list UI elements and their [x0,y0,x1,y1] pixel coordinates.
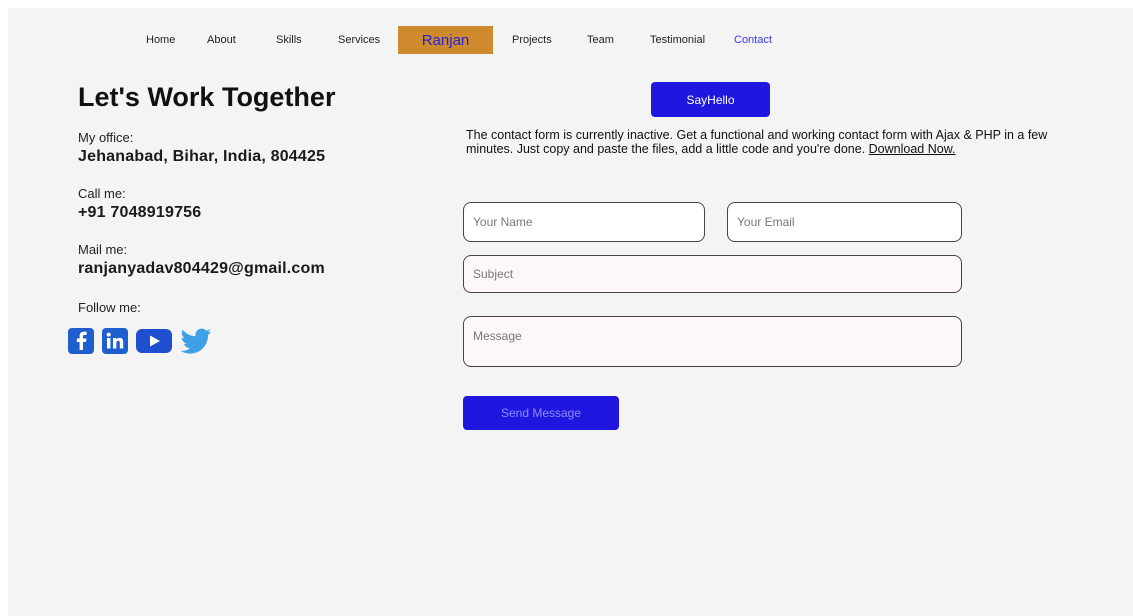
subject-input[interactable] [463,255,962,293]
mail-value: ranjanyadav804429@gmail.com [78,260,325,277]
facebook-icon[interactable] [68,328,94,359]
nav-projects[interactable]: Projects [512,34,552,46]
nav-contact[interactable]: Contact [734,34,772,46]
mail-label: Mail me: [78,242,128,257]
nav-home[interactable]: Home [146,34,175,46]
linkedin-icon[interactable] [102,328,128,359]
social-links [68,328,212,359]
email-input[interactable] [727,202,962,242]
top-navigation: Home About Skills Services Ranjan Projec… [8,8,1133,68]
twitter-icon[interactable] [180,328,212,359]
send-message-button[interactable]: Send Message [463,396,619,430]
contact-heading: Let's Work Together [78,82,336,112]
brand-logo[interactable]: Ranjan [398,26,493,54]
say-hello-button[interactable]: SayHello [651,82,770,117]
call-label: Call me: [78,186,126,201]
nav-testimonial[interactable]: Testimonial [650,34,705,46]
follow-label: Follow me: [78,300,141,315]
office-value: Jehanabad, Bihar, India, 804425 [78,148,326,165]
form-description: The contact form is currently inactive. … [466,128,1086,156]
nav-team[interactable]: Team [587,34,614,46]
nav-skills[interactable]: Skills [276,34,302,46]
call-value: +91 7048919756 [78,204,202,221]
page: Home About Skills Services Ranjan Projec… [8,8,1133,616]
name-input[interactable] [463,202,705,242]
office-label: My office: [78,130,134,145]
nav-services[interactable]: Services [338,34,380,46]
download-now-link[interactable]: Download Now. [869,142,956,156]
message-textarea[interactable] [463,316,962,367]
nav-about[interactable]: About [207,34,236,46]
youtube-icon[interactable] [136,328,172,359]
form-description-text: The contact form is currently inactive. … [466,128,1048,156]
